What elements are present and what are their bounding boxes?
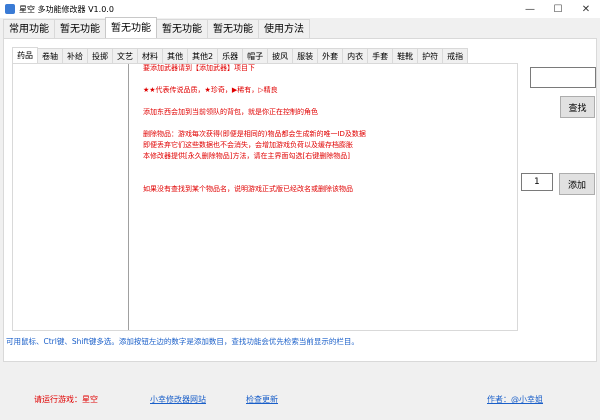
category-tab[interactable]: 帽子 (242, 48, 269, 63)
info-line (143, 162, 366, 173)
info-line: 删除物品：游戏每次获得(即便是相同的)物品都会生成新的唯一ID及数据 (143, 130, 366, 138)
info-line: 即便丢弃它们这些数据也不会消失，会增加游戏负荷以及缓存档膨胀 (143, 141, 353, 149)
maximize-button[interactable]: ☐ (544, 0, 572, 18)
category-tab[interactable]: 鞋靴 (392, 48, 419, 63)
search-input[interactable] (530, 67, 596, 88)
category-tab[interactable]: 披风 (267, 48, 294, 63)
category-tab[interactable]: 手套 (367, 48, 394, 63)
run-game-label: 请运行游戏：星空 (34, 395, 98, 404)
category-tab[interactable]: 戒指 (442, 48, 469, 63)
author-link[interactable]: 作者：@小幸姐 (487, 394, 543, 405)
main-tab[interactable]: 常用功能 (3, 19, 55, 38)
add-button[interactable]: 添加 (559, 173, 595, 195)
category-tab[interactable]: 文艺 (112, 48, 138, 63)
window-title: 星空 多功能修改器 V1.0.0 (19, 4, 114, 14)
category-tab[interactable]: 药品 (12, 47, 38, 63)
info-line (143, 96, 366, 107)
search-button[interactable]: 查找 (560, 96, 595, 118)
info-line: 本修改器提供[永久删除物品]方法，请在主界面勾选[右键删除物品] (143, 152, 350, 160)
info-line: 如果没有查找到某个物品名，说明游戏正式版已经改名或删除该物品 (143, 185, 353, 193)
category-tab[interactable]: 外套 (317, 48, 344, 63)
footer: 请运行游戏：星空 小幸修改器网站 检查更新 作者：@小幸姐 (0, 362, 600, 420)
category-tab[interactable]: 内衣 (342, 48, 369, 63)
info-line: ★★代表传说品质，★珍奇，▶稀有，▷精良 (143, 86, 278, 94)
info-line (143, 173, 366, 184)
main-tab[interactable]: 使用方法 (258, 19, 310, 38)
category-tab[interactable]: 补给 (62, 48, 88, 63)
main-tab-strip: 常用功能 暂无功能 暂无功能 暂无功能 暂无功能 使用方法 (3, 17, 310, 38)
info-line (143, 118, 366, 129)
category-tab[interactable]: 其他2 (187, 48, 219, 63)
info-line: 要添加武器请到【添加武器】项目下 (143, 64, 255, 72)
window-controls: — ☐ ✕ (516, 0, 600, 18)
main-tab[interactable]: 暂无功能 (156, 19, 208, 38)
main-tab[interactable]: 暂无功能 (207, 19, 259, 38)
title-bar: 星空 多功能修改器 V1.0.0 — ☐ ✕ (0, 0, 600, 18)
category-tab[interactable]: 卷轴 (37, 48, 63, 63)
website-link[interactable]: 小幸修改器网站 (150, 394, 206, 405)
quantity-input[interactable]: 1 (521, 173, 553, 191)
close-button[interactable]: ✕ (572, 0, 600, 18)
main-tab[interactable]: 暂无功能 (54, 19, 106, 38)
category-tab[interactable]: 服装 (292, 48, 319, 63)
info-line (143, 74, 366, 85)
category-tab[interactable]: 投掷 (87, 48, 113, 63)
category-tab[interactable]: 材料 (137, 48, 163, 63)
item-list[interactable] (13, 64, 129, 330)
minimize-button[interactable]: — (516, 0, 544, 18)
check-update-link[interactable]: 检查更新 (246, 394, 278, 405)
category-tab[interactable]: 其他 (162, 48, 188, 63)
category-tab[interactable]: 乐器 (217, 48, 244, 63)
usage-info: 要添加武器请到【添加武器】项目下 ★★代表传说品质，★珍奇，▶稀有，▷精良添加东西… (143, 63, 366, 195)
category-tab[interactable]: 护符 (417, 48, 444, 63)
info-line: 添加东西会加到当前领队的背包，就是你正在控制的角色 (143, 108, 318, 116)
category-tab-strip: 药品 卷轴 补给 投掷 文艺 材料 其他 其他2 乐器 帽子 披风 服装 外套 内衣 手套 鞋靴 护符 戒指 (12, 47, 469, 63)
app-logo-icon (5, 4, 15, 14)
usage-hint: 可用鼠标、Ctrl键、Shift键多选。添加按钮左边的数字是添加数目，查找功能会… (6, 337, 359, 346)
main-tab[interactable]: 暂无功能 (105, 17, 157, 38)
